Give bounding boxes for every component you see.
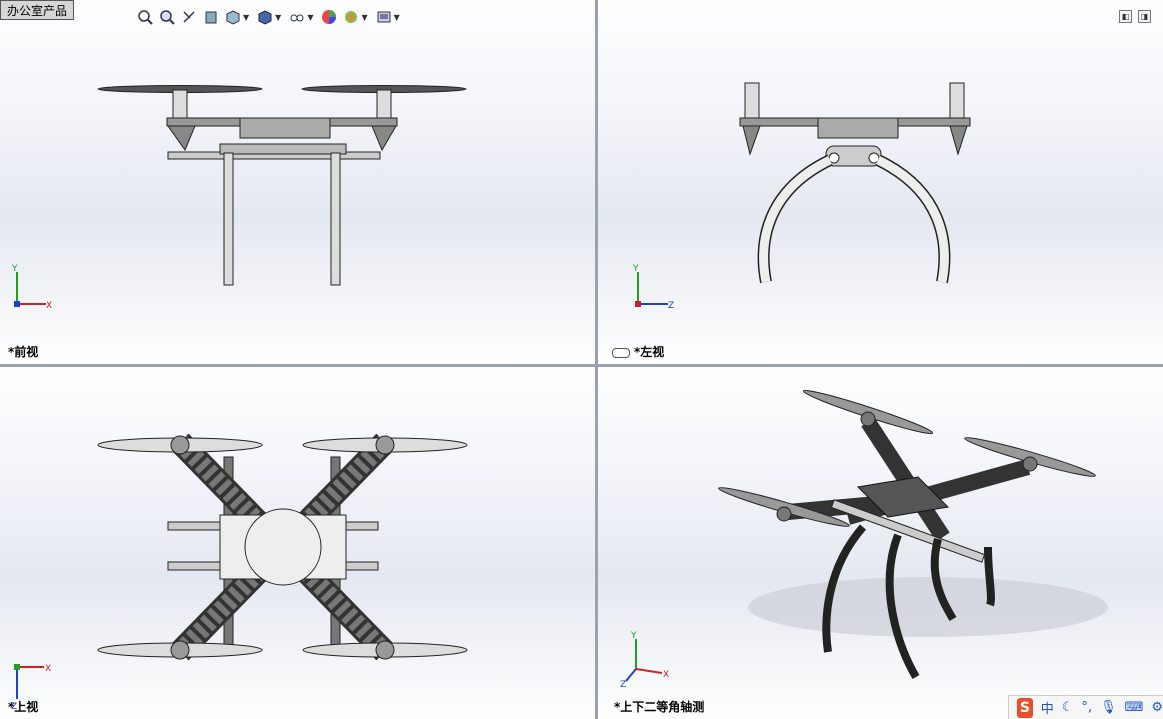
viewport-top[interactable]: Z X *上视 bbox=[0, 367, 595, 719]
link-views-icon[interactable] bbox=[612, 348, 630, 358]
microphone-icon[interactable]: 🎙 bbox=[1100, 700, 1117, 715]
moon-icon[interactable]: ☾ bbox=[1062, 700, 1074, 715]
view-label: *左视 bbox=[634, 345, 665, 359]
viewport-divider-horizontal[interactable] bbox=[0, 364, 1163, 367]
viewport-front[interactable]: 办公室产品 ▼ ▼ ▼ ▼ ▼ Y X *前视 bbox=[0, 0, 595, 364]
svg-text:Y: Y bbox=[11, 264, 18, 274]
axis-triad: Y X Z bbox=[620, 631, 669, 689]
ime-tray: S 中 ☾ °, 🎙 ⌨ ⚙ bbox=[1008, 695, 1163, 719]
viewport-divider-vertical[interactable] bbox=[595, 0, 598, 719]
svg-text:Y: Y bbox=[632, 264, 639, 274]
axis-triad: Y X bbox=[11, 264, 52, 311]
viewport-left[interactable]: ◧ ◨ Y Z *左视 bbox=[598, 0, 1163, 364]
svg-text:X: X bbox=[45, 664, 51, 674]
keyboard-icon[interactable]: ⌨ bbox=[1125, 700, 1144, 715]
toolbox-icon[interactable]: ⚙ bbox=[1151, 700, 1163, 715]
svg-text:Y: Y bbox=[630, 631, 637, 641]
ime-language-toggle[interactable]: 中 bbox=[1041, 698, 1054, 717]
drone-front-view[interactable] bbox=[0, 0, 595, 364]
view-label: *前视 bbox=[8, 345, 39, 359]
drone-top-view[interactable] bbox=[0, 367, 595, 719]
axis-triad: Y Z bbox=[632, 264, 674, 311]
svg-text:Z: Z bbox=[620, 680, 626, 689]
svg-text:Z: Z bbox=[668, 301, 674, 311]
sogou-logo-icon[interactable]: S bbox=[1017, 697, 1033, 718]
punctuation-icon[interactable]: °, bbox=[1081, 700, 1092, 715]
svg-text:X: X bbox=[663, 670, 669, 680]
view-label: *上视 bbox=[8, 700, 39, 714]
viewport-isometric[interactable]: Y X Z *上下二等角轴测 S 中 ☾ °, 🎙 ⌨ ⚙ bbox=[598, 367, 1163, 719]
view-label: *上下二等角轴测 bbox=[614, 700, 705, 714]
svg-text:X: X bbox=[46, 301, 52, 311]
